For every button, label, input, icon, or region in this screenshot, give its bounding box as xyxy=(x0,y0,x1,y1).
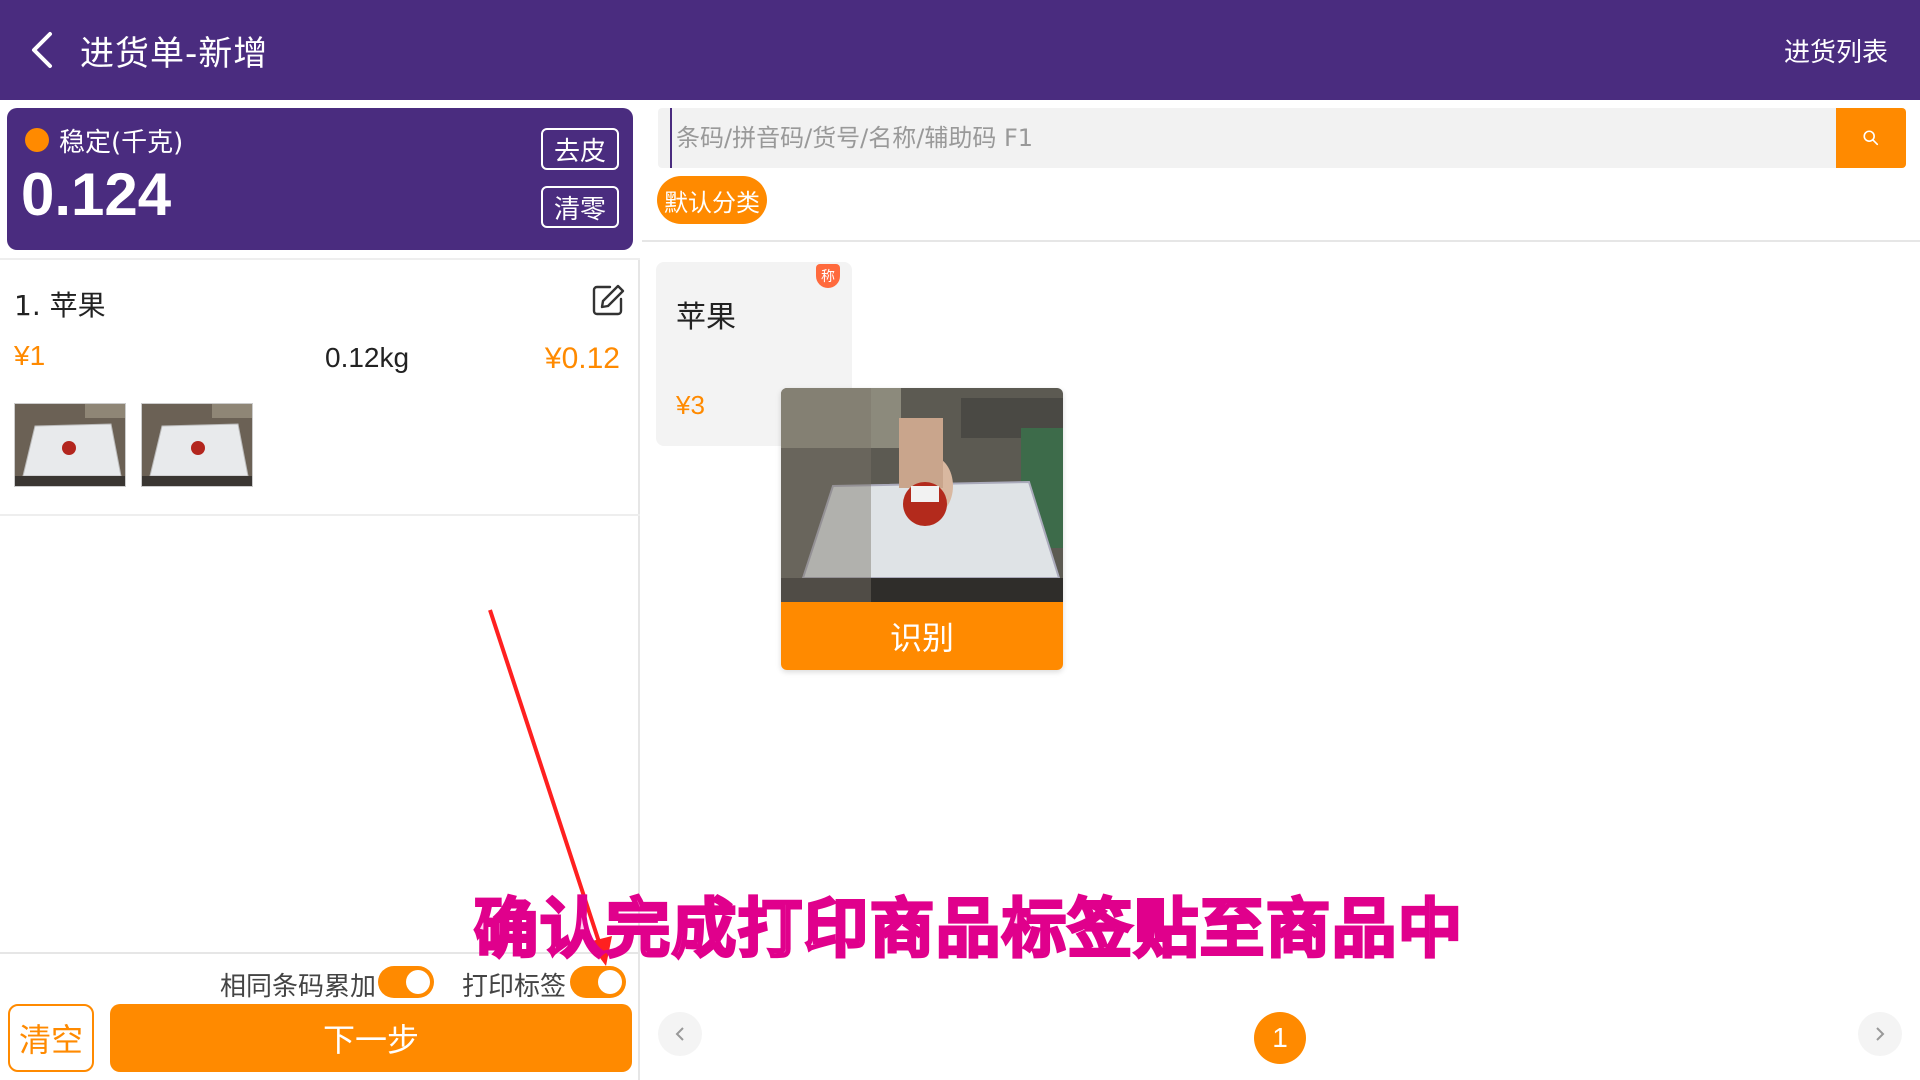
clear-button[interactable]: 清空 xyxy=(8,1004,94,1072)
product-name: 苹果 xyxy=(676,300,736,335)
item-subtotal: ¥0.12 xyxy=(544,342,620,375)
zero-button[interactable]: 清零 xyxy=(541,186,619,228)
search-icon xyxy=(1863,130,1879,146)
scale-status: 稳定(千克) xyxy=(59,128,184,158)
weight-readout: 0.124 xyxy=(21,161,172,228)
search-input[interactable] xyxy=(670,108,1820,168)
scale-panel: 稳定(千克) 0.124 去皮 清零 xyxy=(7,108,633,250)
order-footer: 相同条码累加 打印标签 清空 下一步 xyxy=(0,952,640,1080)
toggle-knob xyxy=(598,970,622,994)
order-item-list: 1. 苹果 ¥1 0.12kg ¥0.12 xyxy=(0,258,640,952)
camera-recognition-popup: 识别 xyxy=(781,388,1063,670)
search-box xyxy=(658,108,1836,168)
accumulate-toggle[interactable] xyxy=(378,966,434,998)
instruction-caption: 确认完成打印商品标签贴至商品中 xyxy=(473,892,1464,969)
chevron-right-icon xyxy=(1876,1027,1885,1041)
accumulate-label: 相同条码累加 xyxy=(220,972,377,1002)
item-name: 1. 苹果 xyxy=(14,289,106,322)
stable-status-dot xyxy=(25,128,49,152)
back-arrow-icon[interactable] xyxy=(22,28,66,72)
page-title: 进货单-新增 xyxy=(80,34,269,74)
recognize-button[interactable]: 识别 xyxy=(781,602,1063,670)
item-weight: 0.12kg xyxy=(325,342,410,373)
print-label-label: 打印标签 xyxy=(462,972,567,1002)
purchase-list-link[interactable]: 进货列表 xyxy=(1784,32,1888,69)
list-item[interactable]: 1. 苹果 ¥1 0.12kg ¥0.12 xyxy=(0,258,640,516)
next-page-button[interactable] xyxy=(1858,1012,1902,1056)
search-button[interactable] xyxy=(1836,108,1906,168)
camera-preview xyxy=(781,388,1063,602)
next-step-button[interactable]: 下一步 xyxy=(110,1004,632,1072)
product-photo-thumbnail[interactable] xyxy=(141,403,253,487)
chevron-left-icon xyxy=(675,1027,684,1041)
toggle-knob xyxy=(406,970,430,994)
product-price: ¥3 xyxy=(676,390,705,420)
category-chip-default[interactable]: 默认分类 xyxy=(657,176,767,224)
prev-page-button[interactable] xyxy=(658,1012,702,1056)
print-label-toggle[interactable] xyxy=(570,966,626,998)
divider xyxy=(642,240,1920,242)
item-unit-price: ¥1 xyxy=(14,340,46,371)
current-page[interactable]: 1 xyxy=(1254,1012,1306,1064)
app-header: 进货单-新增 进货列表 xyxy=(0,0,1920,100)
tare-button[interactable]: 去皮 xyxy=(541,128,619,170)
product-photo-thumbnail[interactable] xyxy=(14,403,126,487)
weighed-badge: 称 xyxy=(816,264,840,288)
edit-icon[interactable] xyxy=(590,282,626,318)
